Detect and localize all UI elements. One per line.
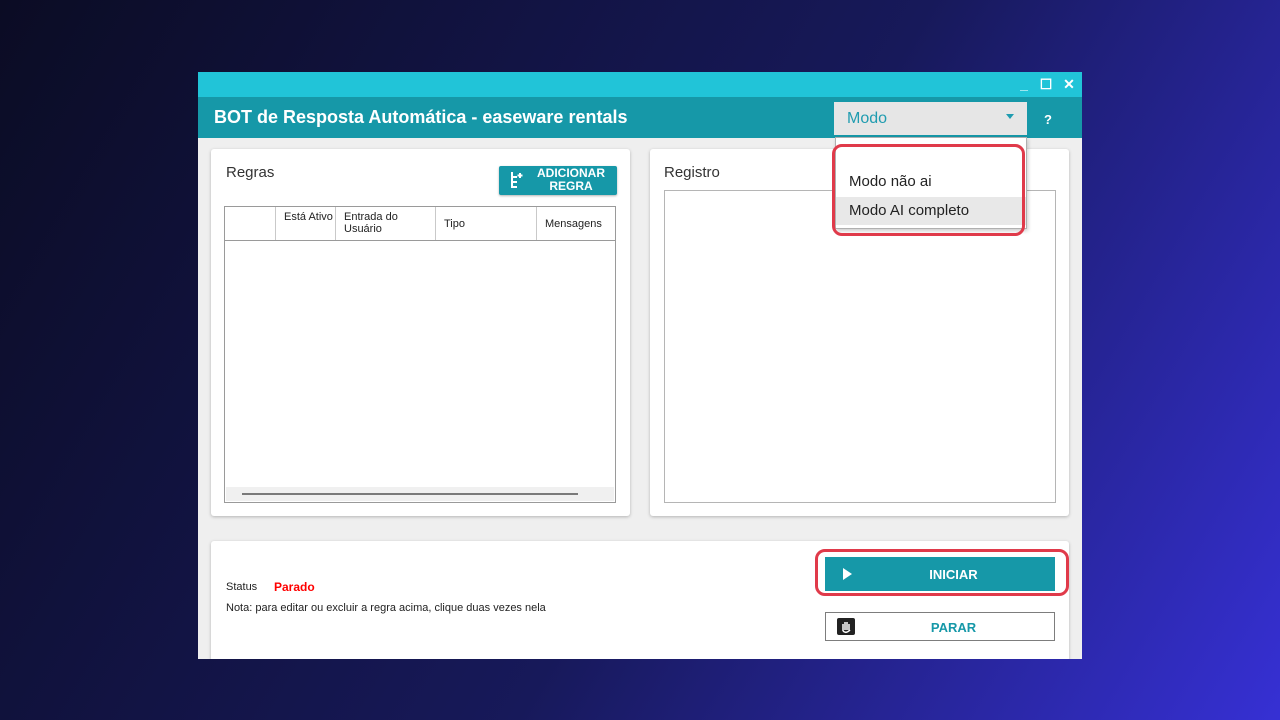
rules-title: Regras <box>226 164 275 181</box>
rules-table[interactable]: Está Ativo Entrada do Usuário Tipo Mensa… <box>224 206 616 503</box>
title-bar: _ ☐ ✕ <box>198 72 1082 97</box>
mode-select[interactable]: Modo <box>834 102 1027 135</box>
status-label: Status <box>226 581 258 593</box>
column-header-select[interactable] <box>225 207 276 240</box>
mode-option-full-ai[interactable]: Modo AI completo <box>836 197 1026 225</box>
add-rule-label: ADICIONAR REGRA <box>537 166 605 193</box>
help-button[interactable]: ? <box>1040 112 1056 128</box>
start-button-label: INICIAR <box>929 567 978 582</box>
scrollbar-thumb[interactable] <box>242 493 578 495</box>
rules-table-header: Está Ativo Entrada do Usuário Tipo Mensa… <box>225 207 615 241</box>
log-output[interactable] <box>664 190 1056 503</box>
column-header-user-input[interactable]: Entrada do Usuário <box>336 207 436 240</box>
stop-button-label: PARAR <box>930 620 977 635</box>
log-title: Registro <box>664 164 720 181</box>
mode-dropdown-menu: Modo não ai Modo AI completo <box>835 137 1027 229</box>
column-header-active[interactable]: Está Ativo <box>276 207 336 240</box>
edit-note: Nota: para editar ou excluir a regra aci… <box>226 602 546 614</box>
mode-select-value: Modo <box>847 110 888 127</box>
control-panel: Status Parado Nota: para editar ou exclu… <box>211 541 1069 659</box>
app-title: BOT de Resposta Automática - easeware re… <box>214 107 628 127</box>
maximize-button[interactable]: ☐ <box>1037 76 1055 93</box>
status-value: Parado <box>274 580 315 594</box>
chevron-down-icon <box>1006 114 1014 119</box>
start-button[interactable]: INICIAR <box>825 557 1055 591</box>
minimize-button[interactable]: _ <box>1015 76 1033 93</box>
add-rule-icon <box>511 172 523 188</box>
close-button[interactable]: ✕ <box>1060 76 1078 93</box>
rules-panel: Regras ADICIONAR REGRA Está Ativo Entrad… <box>211 149 630 516</box>
horizontal-scrollbar[interactable] <box>226 487 614 501</box>
stop-button[interactable]: PARAR <box>825 612 1055 641</box>
add-rule-button[interactable]: ADICIONAR REGRA <box>499 166 617 195</box>
column-header-messages[interactable]: Mensagens <box>537 207 615 240</box>
mode-option-non-ai[interactable]: Modo não ai <box>836 168 1026 196</box>
column-header-type[interactable]: Tipo <box>436 207 537 240</box>
